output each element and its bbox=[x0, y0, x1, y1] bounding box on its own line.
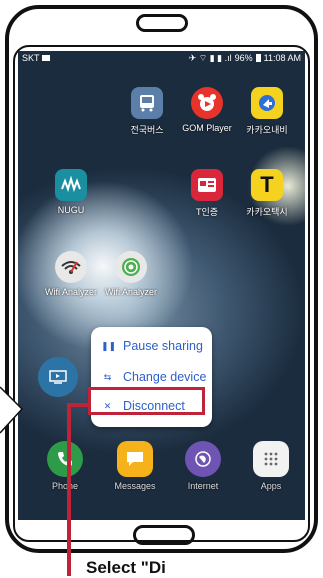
app-label: GOM Player bbox=[182, 123, 232, 133]
pause-sharing-item[interactable]: ❚❚ Pause sharing bbox=[91, 335, 211, 357]
app-label: 카카오택시 bbox=[246, 207, 288, 217]
app-kakao-navi[interactable]: 카카오내비 bbox=[236, 87, 298, 136]
pause-sharing-label: Pause sharing bbox=[123, 339, 203, 353]
app-nugu[interactable]: NUGU bbox=[40, 169, 102, 215]
screen-icon bbox=[41, 55, 50, 61]
internet-icon bbox=[185, 441, 221, 477]
change-device-label: Change device bbox=[123, 370, 207, 384]
apps-grid-icon bbox=[253, 441, 289, 477]
bus-icon bbox=[131, 87, 163, 119]
dock-label: Messages bbox=[114, 481, 156, 491]
app-label: Wifi Analyzer bbox=[44, 287, 97, 297]
wifi-analyzer-icon bbox=[55, 251, 87, 283]
battery-percent: 96% bbox=[234, 53, 253, 63]
dock-label: Apps bbox=[260, 481, 282, 491]
app-label: NUGU bbox=[57, 205, 85, 215]
carrier-label: SKT bbox=[22, 53, 40, 63]
app-label: 전국버스 bbox=[130, 125, 164, 135]
callout-text: Select "Di bbox=[86, 558, 166, 577]
phone-screen-frame: SKT ✈ ⌔ ▮ ▮ .ıl 96% 11:08 AM 전국버스 GOM Pl… bbox=[13, 45, 310, 542]
app-t-auth[interactable]: T인증 bbox=[176, 169, 238, 218]
callout-line bbox=[67, 405, 71, 576]
swap-icon: ⇆ bbox=[103, 371, 112, 382]
app-kakao-taxi[interactable]: T 카카오택시 bbox=[236, 169, 298, 218]
bubble-arrow bbox=[0, 386, 24, 434]
dock-apps[interactable]: Apps bbox=[240, 441, 302, 491]
kakao-navi-icon bbox=[251, 87, 283, 119]
pause-icon: ❚❚ bbox=[101, 340, 117, 351]
screen-share-icon bbox=[49, 370, 67, 384]
app-wifi-analyzer-2[interactable]: Wifi Analyzer bbox=[100, 251, 162, 297]
dock-phone[interactable]: Phone bbox=[34, 441, 96, 491]
battery-icon bbox=[255, 54, 261, 62]
phone-speaker bbox=[136, 14, 188, 32]
dock-label: Internet bbox=[187, 481, 219, 491]
phone-icon bbox=[47, 441, 83, 477]
messages-icon bbox=[117, 441, 153, 477]
app-gom-player[interactable]: GOM Player bbox=[176, 87, 238, 133]
wifi-analyzer-green-icon bbox=[115, 251, 147, 283]
dock-label: Phone bbox=[51, 481, 79, 491]
app-wifi-analyzer-1[interactable]: Wifi Analyzer bbox=[40, 251, 102, 297]
dock-messages[interactable]: Messages bbox=[104, 441, 166, 491]
home-button[interactable] bbox=[133, 525, 195, 545]
clock: 11:08 AM bbox=[263, 53, 301, 63]
signal-icons: ✈ ⌔ ▮ ▮ .ıl bbox=[188, 52, 232, 63]
app-bus[interactable]: 전국버스 bbox=[116, 87, 178, 136]
app-label: Wifi Analyzer bbox=[104, 287, 157, 297]
app-label: T인증 bbox=[195, 207, 219, 217]
app-label: 카카오내비 bbox=[246, 125, 288, 135]
disconnect-highlight-box bbox=[88, 387, 205, 415]
t-auth-icon bbox=[191, 169, 223, 201]
home-screen: SKT ✈ ⌔ ▮ ▮ .ıl 96% 11:08 AM 전국버스 GOM Pl… bbox=[18, 51, 305, 520]
gom-player-icon bbox=[191, 87, 223, 119]
status-bar: SKT ✈ ⌔ ▮ ▮ .ıl 96% 11:08 AM bbox=[18, 51, 305, 65]
nugu-icon bbox=[55, 169, 87, 201]
cast-button[interactable] bbox=[38, 357, 78, 397]
kakao-taxi-icon: T bbox=[251, 169, 283, 201]
change-device-item[interactable]: ⇆ Change device bbox=[91, 366, 211, 388]
dock-internet[interactable]: Internet bbox=[172, 441, 234, 491]
